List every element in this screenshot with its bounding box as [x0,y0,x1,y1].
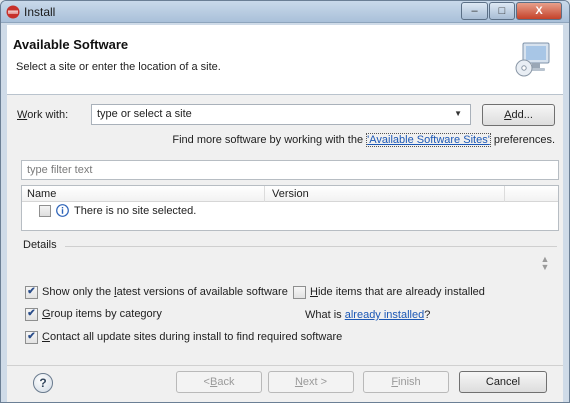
show-latest-label: Show only the latest versions of availab… [42,286,288,298]
add-site-button[interactable]: Add... [482,104,555,126]
checkbox-box[interactable] [293,285,306,299]
column-version[interactable]: Version [272,188,309,200]
find-more-text: Find more software by working with the '… [172,133,555,147]
table-header: Name Version [22,186,558,202]
checkbox-box[interactable]: ✔ [25,307,38,321]
back-button[interactable]: < Back [176,371,262,393]
page-title: Available Software [13,37,129,52]
maximize-button[interactable]: □ [489,2,515,20]
next-button[interactable]: Next > [268,371,354,393]
column-name[interactable]: Name [27,188,56,200]
wizard-footer: ? < Back Next > Finish Cancel [7,365,563,402]
eclipse-icon [6,5,20,19]
close-button[interactable]: X [516,2,562,20]
cancel-button[interactable]: Cancel [459,371,547,393]
minimize-button[interactable]: – [461,2,488,20]
work-with-combo[interactable]: type or select a site ▼ [91,104,471,125]
install-dialog: Install – □ X Available Software Select … [0,0,570,403]
already-installed-link[interactable]: already installed [345,309,425,321]
row-label: There is no site selected. [74,205,197,217]
hide-installed-checkbox[interactable]: Hide items that are already installed [293,284,485,300]
checkbox-box[interactable]: ✔ [25,330,38,344]
title-bar[interactable]: Install – □ X [1,1,569,23]
hide-installed-label: Hide items that are already installed [310,286,485,298]
window-title: Install [24,5,56,19]
show-latest-checkbox[interactable]: ✔ Show only the latest versions of avail… [25,284,288,300]
install-software-icon [515,42,550,77]
software-table[interactable]: Name Version There is no site selected. [21,185,559,231]
checkbox-box[interactable]: ✔ [25,285,38,299]
wizard-content: Work with: type or select a site ▼ Add..… [7,95,563,365]
filter-input[interactable]: type filter text [21,160,559,180]
contact-sites-checkbox[interactable]: ✔ Contact all update sites during instal… [25,329,342,345]
help-icon[interactable]: ? [33,373,53,393]
table-row[interactable]: There is no site selected. [22,204,558,220]
dropdown-arrow-icon[interactable]: ▼ [454,109,462,118]
group-by-category-checkbox[interactable]: ✔ Group items by category [25,306,162,322]
details-scroll-icon[interactable]: ▲ ▼ [537,255,553,272]
row-checkbox[interactable] [39,205,51,217]
page-description: Select a site or enter the location of a… [16,61,221,73]
available-sites-link[interactable]: 'Available Software Sites' [366,133,491,147]
finish-button[interactable]: Finish [363,371,449,393]
details-label: Details [23,239,57,251]
details-separator [65,246,557,247]
work-with-label: Work with: [17,109,69,121]
group-by-category-label: Group items by category [42,308,162,320]
what-is-installed-text: What is already installed? [305,309,431,321]
info-icon [56,204,69,217]
contact-sites-label: Contact all update sites during install … [42,331,343,343]
work-with-value: type or select a site [97,108,192,120]
wizard-header: Available Software Select a site or ente… [7,25,563,95]
